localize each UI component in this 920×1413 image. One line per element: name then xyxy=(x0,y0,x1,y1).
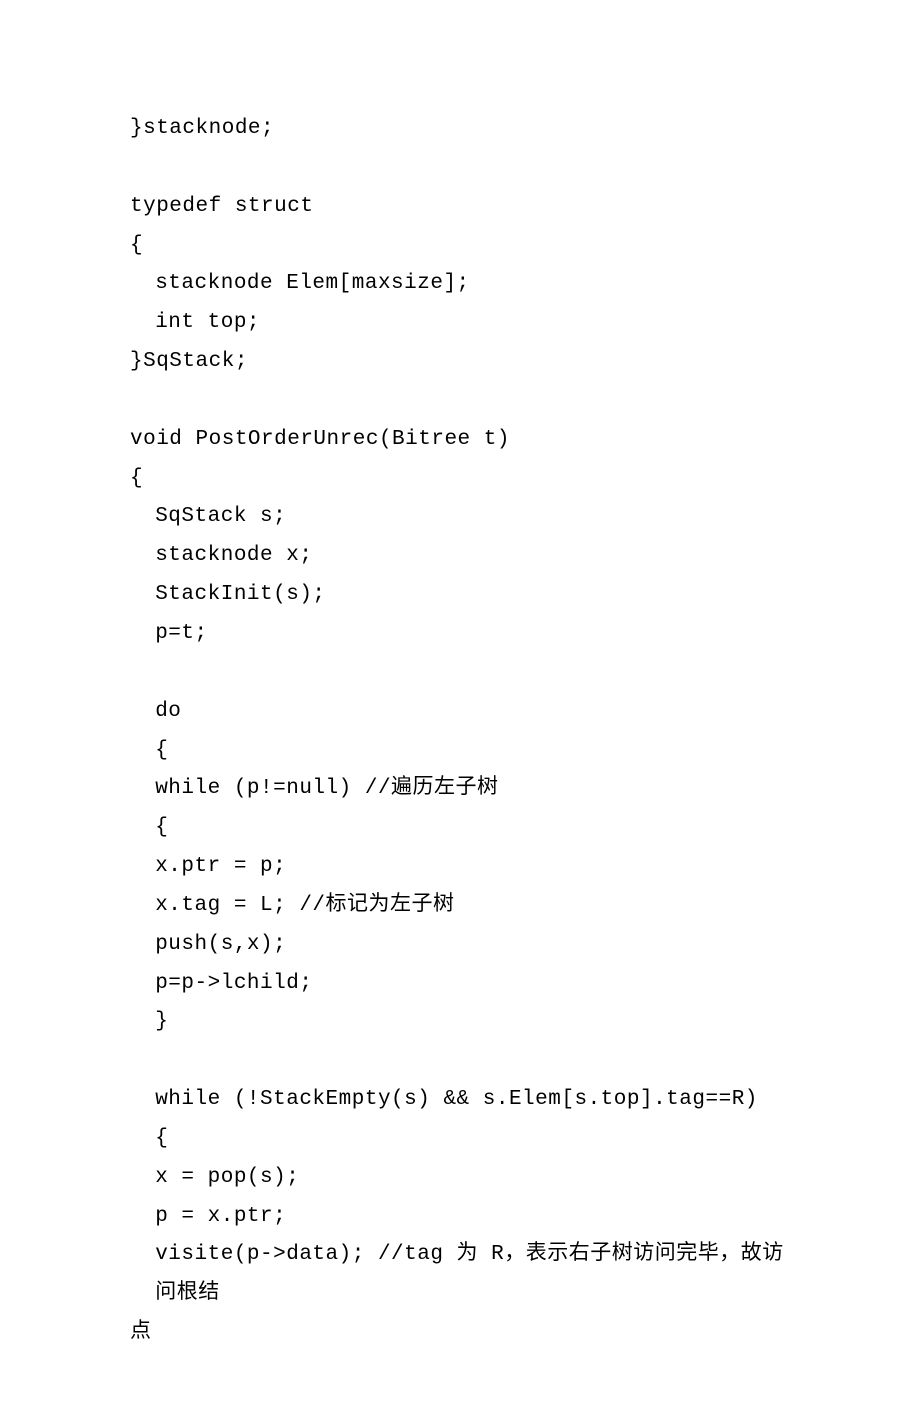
code-line: }SqStack; xyxy=(130,343,790,382)
code-line xyxy=(130,1042,790,1081)
code-line: StackInit(s); xyxy=(130,576,790,615)
code-line: 点 xyxy=(130,1314,790,1353)
code-line: void PostOrderUnrec(Bitree t) xyxy=(130,421,790,460)
code-line: { xyxy=(130,809,790,848)
code-line: do xyxy=(130,693,790,732)
code-line: { xyxy=(130,1120,790,1159)
code-line: p=p->lchild; xyxy=(130,965,790,1004)
code-line: while (p!=null) //遍历左子树 xyxy=(130,770,790,809)
code-line: p=t; xyxy=(130,615,790,654)
code-line: x = pop(s); xyxy=(130,1159,790,1198)
code-line: { xyxy=(130,732,790,771)
code-line: } xyxy=(130,1003,790,1042)
code-line: x.tag = L; //标记为左子树 xyxy=(130,887,790,926)
code-line: }stacknode; xyxy=(130,110,790,149)
code-line: stacknode Elem[maxsize]; xyxy=(130,265,790,304)
code-line: x.ptr = p; xyxy=(130,848,790,887)
code-line: while (!StackEmpty(s) && s.Elem[s.top].t… xyxy=(130,1081,790,1120)
code-line: push(s,x); xyxy=(130,926,790,965)
code-line: stacknode x; xyxy=(130,537,790,576)
code-line: visite(p->data); //tag 为 R，表示右子树访问完毕，故访问… xyxy=(130,1236,790,1314)
code-line: typedef struct xyxy=(130,188,790,227)
code-line xyxy=(130,654,790,693)
code-line: { xyxy=(130,227,790,266)
code-line xyxy=(130,382,790,421)
code-line: p = x.ptr; xyxy=(130,1198,790,1237)
code-line: SqStack s; xyxy=(130,498,790,537)
code-block: }stacknode; typedef struct{stacknode Ele… xyxy=(130,110,790,1353)
code-document: }stacknode; typedef struct{stacknode Ele… xyxy=(0,0,920,1413)
code-line: int top; xyxy=(130,304,790,343)
code-line xyxy=(130,149,790,188)
code-line: { xyxy=(130,460,790,499)
